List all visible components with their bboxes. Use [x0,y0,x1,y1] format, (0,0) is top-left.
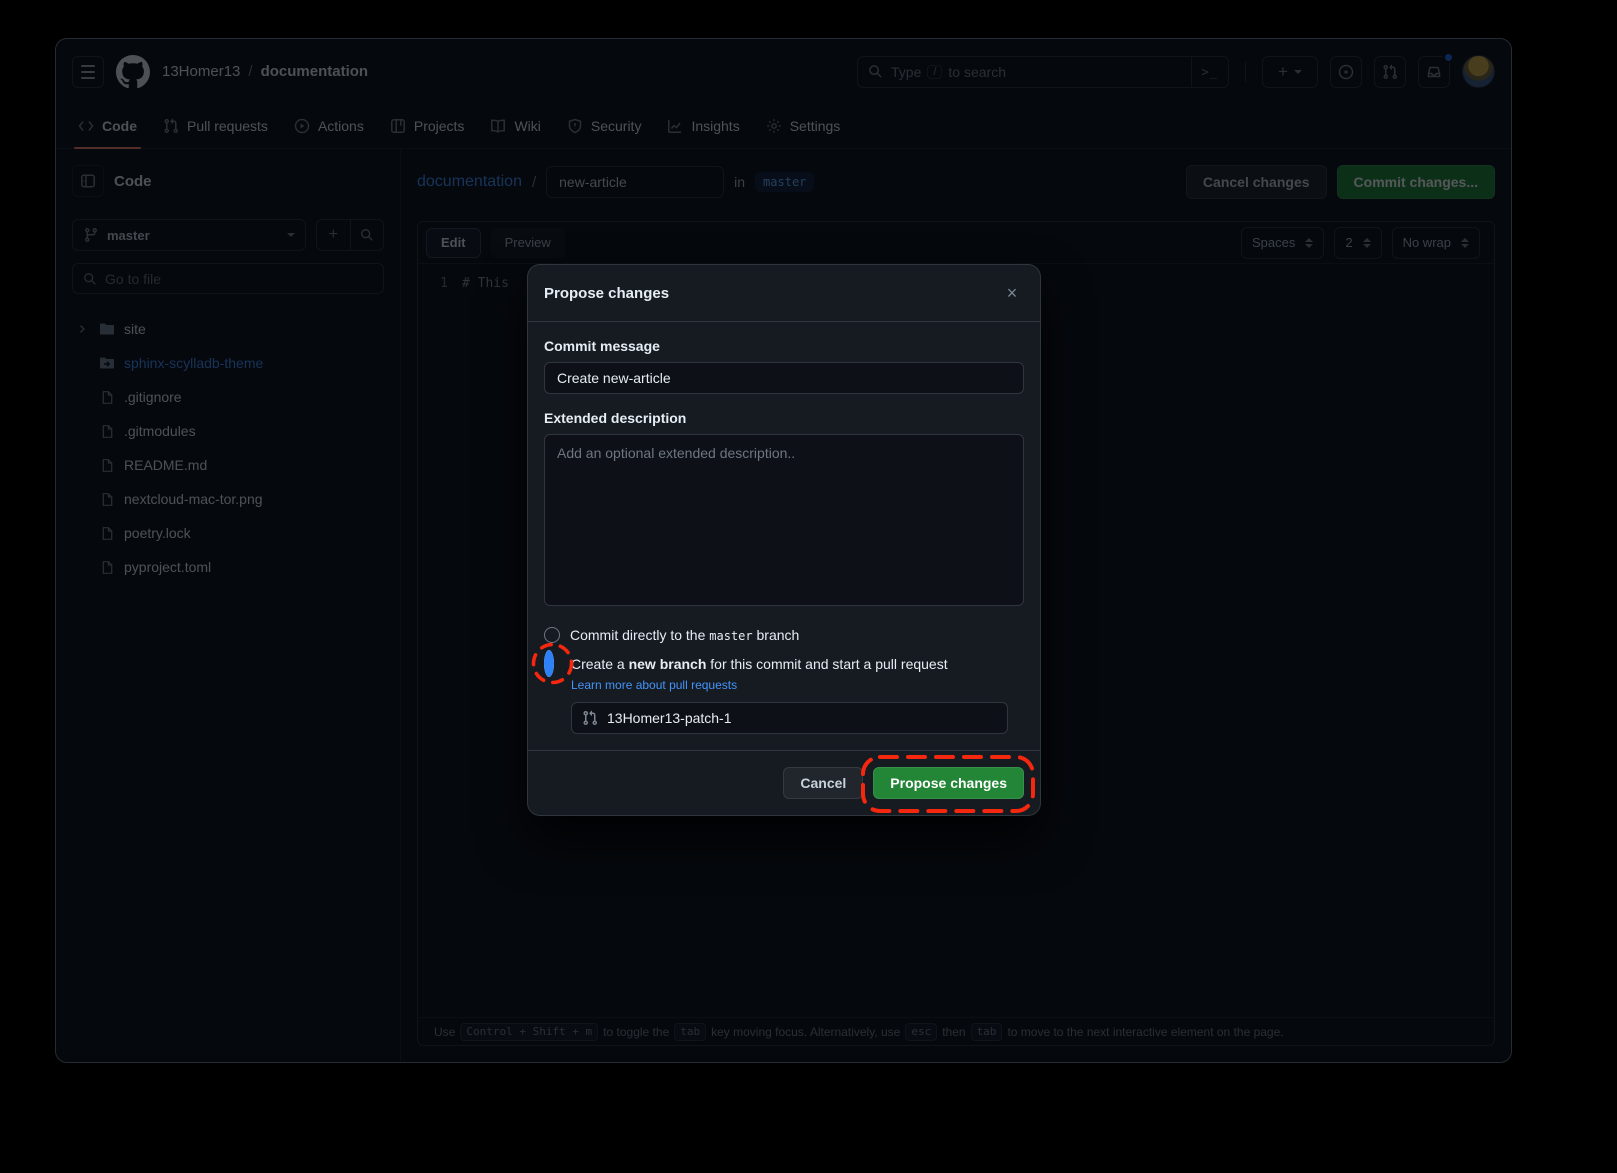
create-new-branch-option[interactable]: Create a new branch for this commit and … [544,655,1024,672]
extended-description-label: Extended description [544,410,1024,426]
commit-directly-option[interactable]: Commit directly to the master branch [544,627,1024,643]
radio-checked-icon[interactable] [544,650,554,677]
modal-cancel-button[interactable]: Cancel [783,767,863,799]
commit-message-label: Commit message [544,338,1024,354]
git-pull-request-icon [582,710,598,726]
close-icon[interactable]: × [1000,281,1024,305]
propose-changes-button[interactable]: Propose changes [873,767,1024,799]
new-branch-name-input[interactable]: 13Homer13-patch-1 [571,702,1008,734]
modal-title: Propose changes [544,285,669,302]
master-branch-code: master [709,629,752,643]
extended-description-textarea[interactable] [544,434,1024,606]
new-branch-name-value: 13Homer13-patch-1 [607,710,732,726]
commit-message-input[interactable] [544,362,1024,394]
radio-unchecked-icon[interactable] [544,627,560,643]
propose-changes-modal: Propose changes × Commit message Extende… [528,265,1040,815]
learn-more-link[interactable]: Learn more about pull requests [571,678,1024,692]
